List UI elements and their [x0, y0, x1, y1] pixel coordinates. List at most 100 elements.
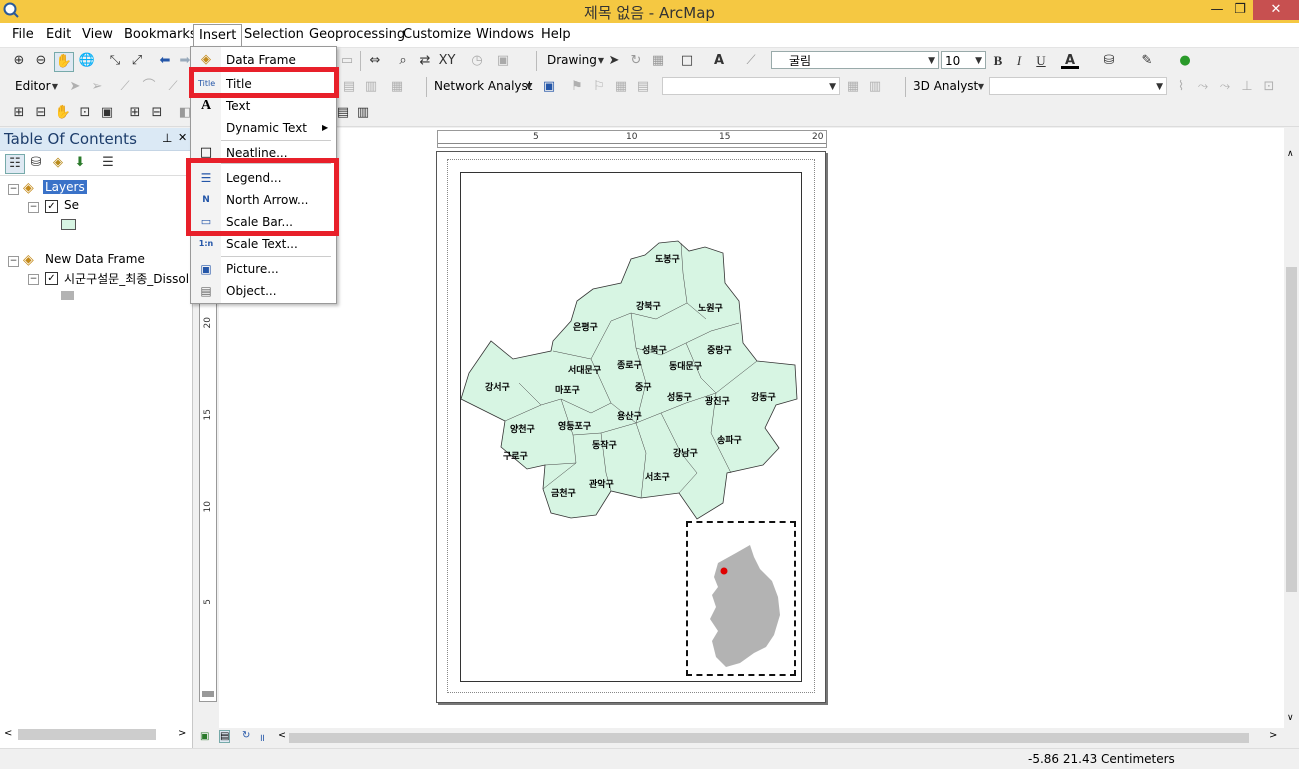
menu-edit[interactable]: Edit [46, 27, 71, 42]
collapse-icon[interactable]: − [8, 184, 19, 195]
menu-geoprocessing[interactable]: Geoprocessing [309, 27, 405, 42]
line-color-icon[interactable]: ✎ [1138, 52, 1156, 70]
attributes-icon[interactable]: ▤ [340, 78, 358, 96]
list-by-drawing-order-icon[interactable]: ☷ [5, 154, 25, 174]
chevron-down-icon[interactable]: ▼ [520, 78, 538, 96]
underline-button[interactable]: U [1032, 52, 1050, 70]
edit-tool-icon[interactable]: ➤ [66, 78, 84, 96]
data-frame-layers[interactable]: Layers [43, 180, 87, 194]
horizontal-scrollbar[interactable]: > [285, 730, 1284, 745]
list-by-visibility-icon[interactable]: ◈ [49, 154, 67, 172]
build-network-icon[interactable]: ▦ [844, 78, 862, 96]
scroll-thumb[interactable] [289, 733, 1249, 743]
menu-insert[interactable]: Insert [193, 24, 243, 46]
full-extent-icon[interactable]: 🌐 [78, 52, 96, 70]
zoom-whole-page-icon[interactable]: ⊡ [76, 104, 94, 122]
steepest-path-icon[interactable]: ⤳ [1194, 78, 1212, 96]
layout-pan-icon[interactable]: ✋ [54, 104, 72, 122]
scroll-right-icon[interactable]: > [1269, 730, 1277, 741]
rotate-icon[interactable]: ↻ [627, 52, 645, 70]
minimize-button[interactable]: — [1205, 2, 1229, 20]
layer-visibility-checkbox[interactable]: ✓ [45, 272, 58, 285]
new-text-icon[interactable]: A [710, 52, 728, 70]
create-features-icon[interactable]: ▦ [388, 78, 406, 96]
font-size-select[interactable]: 10 ▼ [941, 51, 986, 69]
identify-icon[interactable]: ▭ [338, 52, 356, 70]
rectangle-icon[interactable]: □ [678, 52, 696, 70]
back-extent-icon[interactable]: ⬅ [156, 52, 174, 70]
edit-annotation-icon[interactable]: ➢ [88, 78, 106, 96]
drawing-menu[interactable]: Drawing [547, 53, 597, 67]
pause-drawing-icon[interactable]: ॥ [259, 730, 265, 744]
zoom-in-icon[interactable]: ⊕ [10, 52, 28, 70]
zoom-out-icon[interactable]: ⊖ [32, 52, 50, 70]
font-color-button[interactable]: A [1061, 52, 1079, 69]
bold-button[interactable]: B [989, 52, 1007, 70]
fixed-zoom-in-layout-icon[interactable]: ⊞ [126, 104, 144, 122]
collapse-icon[interactable]: − [8, 256, 19, 267]
scroll-left-icon[interactable]: < [4, 728, 12, 739]
menu-item-text[interactable]: A Text [191, 95, 336, 117]
menu-customize[interactable]: Customize [403, 27, 471, 42]
profile-graph-icon[interactable]: ⊡ [1260, 78, 1278, 96]
maximize-button[interactable]: ❐ [1228, 2, 1252, 20]
menu-file[interactable]: File [12, 27, 34, 42]
trace-icon[interactable]: ⟋ [164, 78, 182, 96]
straight-segment-icon[interactable]: ⟋ [116, 78, 134, 96]
data-view-icon[interactable]: ▣ [200, 731, 209, 742]
marker-color-icon[interactable]: ● [1176, 52, 1194, 70]
layout-view-icon[interactable]: ▤ [219, 730, 231, 743]
layer-visibility-checkbox[interactable]: ✓ [45, 200, 58, 213]
directions-icon[interactable]: ▤ [634, 78, 652, 96]
measure-icon[interactable]: ⇔ [366, 52, 384, 70]
collapse-icon[interactable]: − [28, 274, 39, 285]
menu-selection[interactable]: Selection [244, 27, 304, 42]
close-icon[interactable]: ✕ [178, 131, 187, 144]
chevron-down-icon[interactable]: ▼ [46, 78, 64, 96]
solve-icon[interactable]: ▦ [612, 78, 630, 96]
options-icon[interactable]: ☰ [99, 154, 117, 172]
contour-icon[interactable]: ⌇ [1172, 78, 1190, 96]
find-route-icon[interactable]: ⇄ [416, 52, 434, 70]
viewer-icon[interactable]: ▣ [494, 52, 512, 70]
menu-item-object[interactable]: ▤ Object... [191, 280, 336, 302]
network-layer-select[interactable]: ▼ [662, 77, 840, 95]
fixed-zoom-out-layout-icon[interactable]: ⊟ [148, 104, 166, 122]
refresh-icon[interactable]: ↻ [242, 730, 250, 741]
toc-scrollbar[interactable]: < > [0, 726, 192, 744]
font-name-select[interactable]: 굴림 ▼ [771, 51, 939, 69]
layer-symbol-swatch[interactable] [61, 219, 76, 230]
fill-color-icon[interactable]: ⛁ [1100, 52, 1118, 70]
chevron-down-icon[interactable]: ▼ [972, 78, 990, 96]
sketch-properties-icon[interactable]: ▥ [362, 78, 380, 96]
interpolate-point-icon[interactable]: ⊥ [1238, 78, 1256, 96]
italic-button[interactable]: I [1010, 52, 1028, 70]
menu-item-picture[interactable]: ▣ Picture... [191, 258, 336, 280]
time-slider-icon[interactable]: ◷ [468, 52, 486, 70]
endpoint-arc-icon[interactable]: ⌒ [140, 78, 158, 96]
go-to-xy-icon[interactable]: XY [438, 52, 456, 70]
menu-help[interactable]: Help [541, 27, 571, 42]
layer-name[interactable]: 시군구설문_최종_Dissol [64, 270, 190, 287]
close-button[interactable]: ✕ [1253, 0, 1299, 20]
3d-layer-select[interactable]: ▼ [989, 77, 1167, 95]
select-network-location-icon[interactable]: ⚐ [590, 78, 608, 96]
fixed-zoom-in-icon[interactable]: ⤡ [106, 52, 124, 70]
collapse-icon[interactable]: − [28, 202, 39, 213]
data-driven-pages-icon[interactable]: ▥ [354, 104, 372, 122]
fixed-zoom-out-icon[interactable]: ⤢ [128, 52, 146, 70]
layout-page[interactable]: 도봉구 강북구 노원구 은평구 성북구 중랑구 종로구 동대문구 서대문구 강서… [436, 151, 826, 703]
network-analyst-window-icon[interactable]: ▣ [540, 78, 558, 96]
pin-icon[interactable]: ⊥ [162, 131, 172, 145]
select-elements-icon[interactable]: ➤ [605, 52, 623, 70]
zoom-whole-page-icon[interactable]: ▦ [649, 52, 667, 70]
scroll-up-icon[interactable]: ∧ [1287, 149, 1294, 159]
find-icon[interactable]: ⌕ [394, 52, 412, 70]
edit-vertices-icon[interactable]: ⟋ [742, 52, 760, 70]
layer-name[interactable]: Se [64, 198, 79, 212]
menu-item-scale-text[interactable]: 1:n Scale Text... [191, 233, 336, 255]
pan-icon[interactable]: ✋ [54, 52, 74, 72]
scroll-down-icon[interactable]: ∨ [1287, 713, 1294, 723]
menu-windows[interactable]: Windows [476, 27, 534, 42]
layout-zoom-out-icon[interactable]: ⊟ [32, 104, 50, 122]
